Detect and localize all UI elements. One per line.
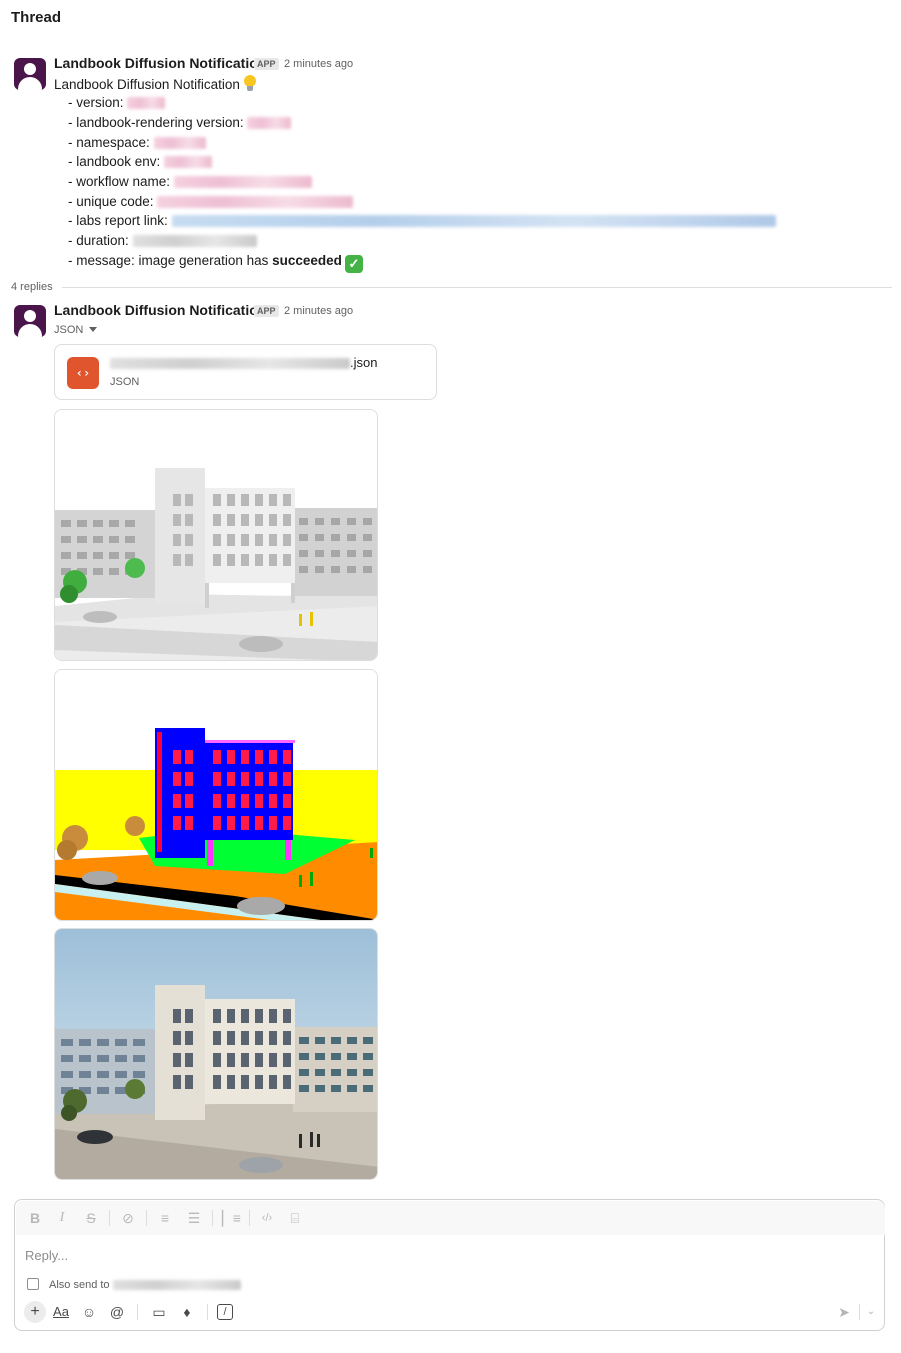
text-format-icon[interactable]: Aa	[51, 1302, 71, 1322]
json-toggle[interactable]: JSON	[54, 324, 98, 336]
code-icon[interactable]: ‹/›	[258, 1209, 276, 1227]
bold-icon[interactable]: B	[26, 1209, 44, 1227]
sender-name[interactable]: Landbook Diffusion Notification	[54, 55, 266, 71]
app-badge: APP	[254, 58, 279, 70]
labs-report-link[interactable]	[171, 215, 776, 228]
timestamp[interactable]: 2 minutes ago	[284, 305, 353, 317]
also-send-option[interactable]: Also send to	[27, 1278, 241, 1291]
code-block-icon[interactable]: ⌸	[286, 1209, 304, 1227]
avatar[interactable]	[14, 305, 46, 337]
thread-title: Thread	[11, 9, 62, 26]
ordered-list-icon[interactable]: ≡	[156, 1209, 174, 1227]
slash-command-icon[interactable]: /	[217, 1304, 233, 1320]
blockquote-icon[interactable]: ▏≡	[222, 1209, 241, 1227]
photoreal-render-image	[55, 929, 377, 1179]
video-icon[interactable]: ▭	[149, 1302, 169, 1322]
field-duration: - duration:	[68, 233, 257, 248]
strikethrough-icon[interactable]: S	[82, 1209, 100, 1227]
italic-icon[interactable]: I	[53, 1209, 71, 1227]
file-attachment[interactable]: ‹› .json JSON	[54, 344, 437, 400]
chevron-down-icon[interactable]: ⌄	[864, 1301, 878, 1323]
field-version: - version:	[68, 95, 166, 110]
link-icon[interactable]: ⊘	[119, 1209, 137, 1227]
intro-text: Landbook Diffusion Notification	[54, 77, 240, 92]
emoji-icon[interactable]: ☺	[79, 1302, 99, 1322]
message-composer: B I S ⊘ ≡ ☰ ▏≡ ‹/› ⌸ Also send to + Aa ☺…	[14, 1199, 885, 1331]
intro-line: Landbook Diffusion Notification	[54, 75, 257, 92]
field-env: - landbook env:	[68, 154, 213, 169]
formatting-toolbar: B I S ⊘ ≡ ☰ ▏≡ ‹/› ⌸	[16, 1201, 885, 1235]
segmentation-map-image	[55, 670, 377, 920]
avatar[interactable]	[14, 58, 46, 90]
app-badge: APP	[254, 305, 279, 317]
image-attachment-gray[interactable]	[54, 409, 378, 661]
also-send-checkbox[interactable]	[27, 1278, 39, 1290]
file-type: JSON	[110, 376, 140, 388]
mention-icon[interactable]: @	[107, 1302, 127, 1322]
code-icon: ‹›	[67, 357, 99, 389]
field-message: - message: image generation has succeede…	[68, 253, 363, 273]
field-unique-code: - unique code:	[68, 194, 354, 209]
chevron-down-icon	[89, 327, 98, 332]
field-workflow: - workflow name:	[68, 174, 312, 189]
timestamp[interactable]: 2 minutes ago	[284, 58, 353, 70]
gray-render-image	[55, 410, 377, 660]
also-send-label: Also send to	[49, 1279, 110, 1291]
replies-count: 4 replies	[11, 281, 53, 293]
field-rendering-version: - landbook-rendering version:	[68, 115, 292, 130]
plus-icon[interactable]: +	[24, 1301, 46, 1323]
replies-divider	[62, 287, 892, 288]
field-labs-link: - labs report link:	[68, 213, 776, 228]
check-mark-icon: ✓	[344, 255, 363, 273]
bullet-list-icon[interactable]: ☰	[185, 1209, 203, 1227]
image-attachment-segmentation[interactable]	[54, 669, 378, 921]
image-attachment-photoreal[interactable]	[54, 928, 378, 1180]
microphone-icon[interactable]: ♦	[177, 1302, 197, 1322]
file-name[interactable]: .json	[110, 355, 377, 370]
sender-name[interactable]: Landbook Diffusion Notification	[54, 302, 266, 318]
lightbulb-icon	[243, 75, 257, 91]
status-text: succeeded	[272, 253, 342, 268]
send-icon[interactable]: ➤	[833, 1301, 855, 1323]
reply-input[interactable]	[25, 1245, 865, 1265]
field-namespace: - namespace:	[68, 135, 206, 150]
